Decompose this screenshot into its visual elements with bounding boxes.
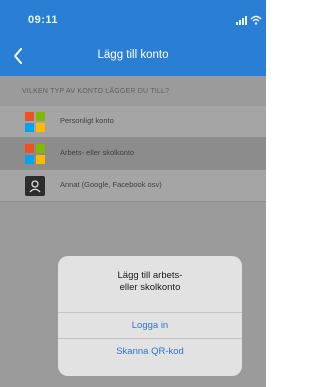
status-bar: 09:11 <box>0 0 266 40</box>
wifi-icon <box>250 15 262 25</box>
item-label: Annat (Google, Facebook osv) <box>60 180 162 189</box>
item-label: Personligt konto <box>60 116 114 125</box>
microsoft-logo-icon <box>25 112 45 132</box>
scan-qr-code-button[interactable]: Skanna QR-kod <box>58 338 242 365</box>
list-item-personal-account[interactable]: Personligt konto <box>0 106 266 138</box>
dialog-title: Lägg till arbets- eller skolkonto <box>58 270 242 294</box>
status-icons <box>236 13 262 25</box>
list-item-work-school-account[interactable]: Arbets- eller skolkonto <box>0 138 266 170</box>
account-type-list: Personligt konto Arbets- eller skolkonto… <box>0 106 266 202</box>
microsoft-logo-icon <box>25 144 45 164</box>
phone-screen: 09:11 Lägg till konto VILKEN TYP AV KONT… <box>0 0 266 387</box>
app-header: 09:11 Lägg till konto <box>0 0 266 76</box>
dialog-title-line-2: eller skolkonto <box>119 282 181 293</box>
list-item-other-account[interactable]: Annat (Google, Facebook osv) <box>0 170 266 202</box>
signal-icon <box>236 15 247 25</box>
person-icon <box>25 176 45 196</box>
add-work-account-dialog: Lägg till arbets- eller skolkonto Logga … <box>58 256 242 376</box>
nav-bar: Lägg till konto <box>0 40 266 76</box>
page-title: Lägg till konto <box>97 49 169 61</box>
status-time: 09:11 <box>28 14 59 26</box>
item-label: Arbets- eller skolkonto <box>60 148 135 157</box>
section-header: VILKEN TYP AV KONTO LÄGGER DU TILL? <box>22 88 170 95</box>
dialog-title-line-1: Lägg till arbets- <box>117 270 183 281</box>
sign-in-button[interactable]: Logga in <box>58 312 242 339</box>
chevron-left-icon[interactable] <box>6 44 30 68</box>
